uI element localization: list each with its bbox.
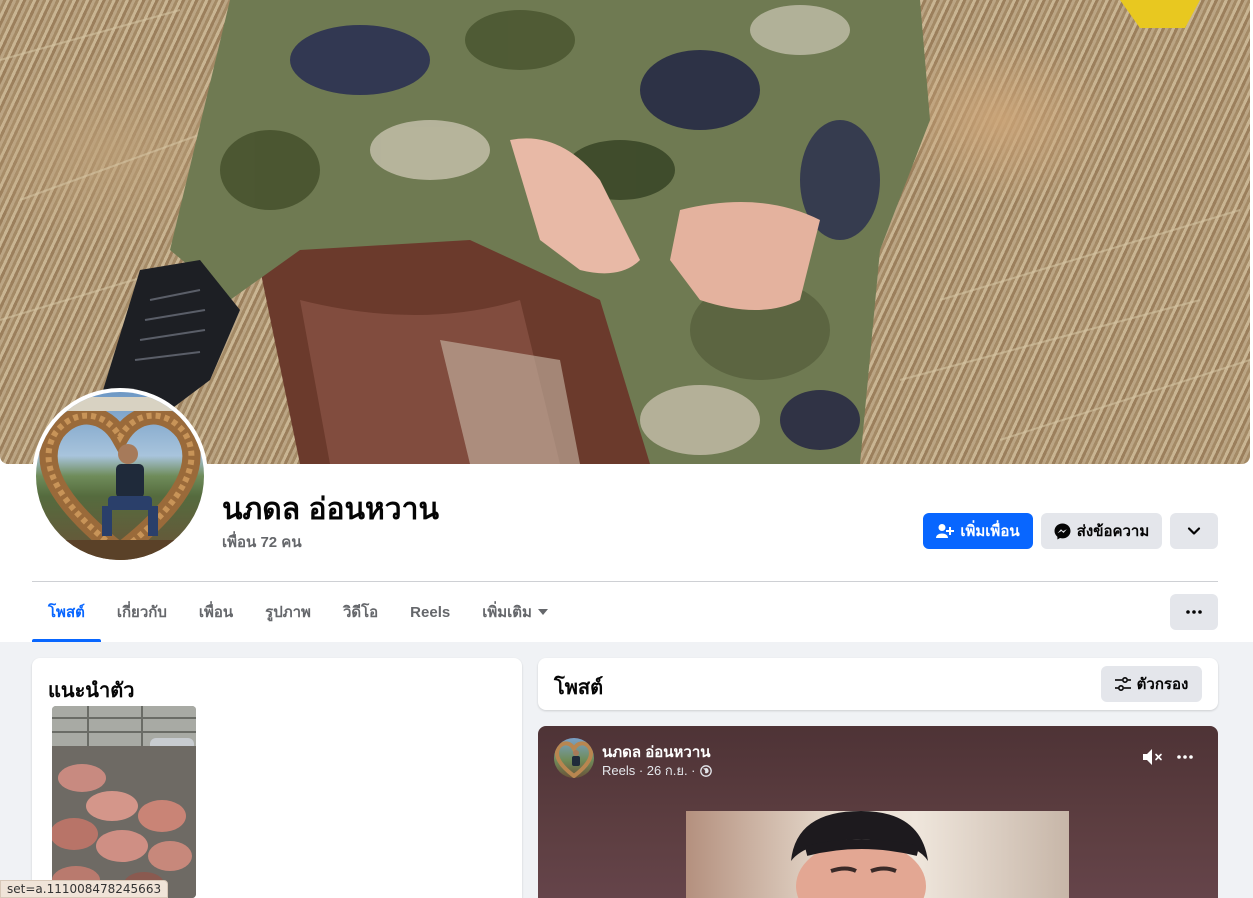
tab-more[interactable]: เพิ่มเติม xyxy=(466,582,564,642)
tabs-more-button[interactable] xyxy=(1170,594,1218,630)
profile-name: นภดล อ่อนหวาน xyxy=(222,493,440,526)
message-button[interactable]: ส่งข้อความ xyxy=(1041,513,1162,549)
status-bar-link: set=a.111008478245663 xyxy=(0,880,169,898)
globe-icon xyxy=(699,764,712,777)
post-author-avatar-art xyxy=(554,741,594,778)
post-meta: Reels · 26 ก.ย. · xyxy=(602,760,712,781)
tab-posts[interactable]: โพสต์ xyxy=(32,582,101,642)
tab-about[interactable]: เกี่ยวกับ xyxy=(101,582,183,642)
profile-picture-art xyxy=(36,397,204,560)
tab-photos[interactable]: รูปภาพ xyxy=(249,582,327,642)
reel-video-preview[interactable] xyxy=(686,811,1069,898)
profile-options-button[interactable] xyxy=(1170,513,1218,549)
more-icon xyxy=(1177,755,1193,759)
caret-down-icon xyxy=(537,609,548,615)
tab-videos[interactable]: วิดีโอ xyxy=(327,582,394,642)
friend-count[interactable]: เพื่อน 72 คน xyxy=(222,530,302,554)
more-icon xyxy=(1186,610,1202,614)
messenger-icon xyxy=(1054,523,1071,539)
post-author-avatar[interactable] xyxy=(554,738,594,778)
cover-photo[interactable] xyxy=(0,0,1250,464)
mute-icon xyxy=(1143,749,1162,765)
mute-button[interactable] xyxy=(1141,745,1165,769)
filter-icon xyxy=(1114,677,1131,691)
reel-video-art xyxy=(791,811,928,898)
tab-reels[interactable]: Reels xyxy=(394,582,466,642)
reel-post-card: นภดล อ่อนหวาน Reels · 26 ก.ย. · xyxy=(538,726,1218,898)
profile-tabs: โพสต์ เกี่ยวกับ เพื่อน รูปภาพ วิดีโอ Ree… xyxy=(32,582,564,642)
profile-picture xyxy=(36,392,204,560)
post-more-button[interactable] xyxy=(1173,745,1197,769)
tab-reels-label: Reels xyxy=(410,603,451,621)
tab-more-label: เพิ่มเติม xyxy=(482,604,532,621)
message-label: ส่งข้อความ xyxy=(1076,523,1150,540)
tab-photos-label: รูปภาพ xyxy=(265,604,311,621)
posts-header-card: โพสต์ ตัวกรอง xyxy=(538,658,1218,710)
avatar[interactable] xyxy=(32,388,208,564)
add-friend-button[interactable]: เพิ่มเพื่อน xyxy=(923,513,1033,549)
filter-button[interactable]: ตัวกรอง xyxy=(1101,666,1202,702)
tab-friends[interactable]: เพื่อน xyxy=(183,582,249,642)
add-friend-icon xyxy=(936,524,955,538)
intro-featured-photo[interactable] xyxy=(52,706,196,898)
profile-header: นภดล อ่อนหวาน เพื่อน 72 คน เพิ่มเพื่อน ส… xyxy=(0,0,1253,642)
post-meta-text[interactable]: Reels · 26 ก.ย. · xyxy=(602,760,696,781)
tab-friends-label: เพื่อน xyxy=(198,604,234,621)
cover-photo-art xyxy=(0,0,1250,464)
filter-label: ตัวกรอง xyxy=(1136,676,1189,693)
chevron-down-icon xyxy=(1187,527,1201,535)
tab-videos-label: วิดีโอ xyxy=(342,604,379,621)
intro-title: แนะนำตัว xyxy=(48,680,135,702)
tab-about-label: เกี่ยวกับ xyxy=(116,604,167,621)
add-friend-label: เพิ่มเพื่อน xyxy=(960,523,1020,540)
tab-posts-label: โพสต์ xyxy=(48,604,85,621)
posts-title: โพสต์ xyxy=(554,677,604,699)
intro-featured-photo-art xyxy=(52,706,196,898)
